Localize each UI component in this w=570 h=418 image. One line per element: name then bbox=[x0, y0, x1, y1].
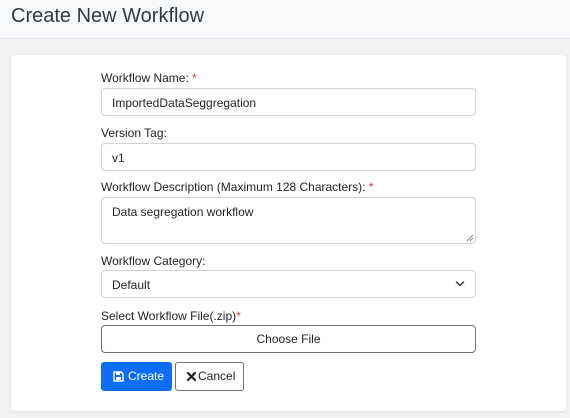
cancel-button-label: Cancel bbox=[198, 369, 236, 383]
workflow-description-label-text: Workflow Description (Maximum 128 Charac… bbox=[101, 180, 369, 194]
cancel-button[interactable]: Cancel bbox=[175, 362, 244, 391]
workflow-description-textarea[interactable]: Data segregation workflow bbox=[101, 197, 476, 244]
workflow-name-input[interactable]: ImportedDataSeggregation bbox=[101, 88, 476, 116]
save-icon bbox=[113, 371, 124, 382]
page-title: Create New Workflow bbox=[11, 5, 205, 27]
workflow-category-value: Default bbox=[112, 278, 151, 292]
workflow-name-label: Workflow Name: * bbox=[101, 71, 197, 85]
workflow-category-label: Workflow Category: bbox=[101, 254, 206, 268]
version-tag-value: v1 bbox=[112, 151, 125, 165]
create-button[interactable]: Create bbox=[101, 362, 172, 391]
workflow-name-label-text: Workflow Name: bbox=[101, 71, 193, 85]
required-mark: * bbox=[192, 71, 197, 85]
required-mark: * bbox=[236, 309, 241, 323]
workflow-category-select[interactable]: Default bbox=[101, 270, 476, 298]
workflow-description-value: Data segregation workflow bbox=[112, 205, 254, 219]
workflow-name-value: ImportedDataSeggregation bbox=[112, 96, 257, 110]
version-tag-label: Version Tag: bbox=[101, 126, 167, 140]
create-button-label: Create bbox=[128, 369, 165, 383]
workflow-file-label-text: Select Workflow File(.zip) bbox=[101, 309, 237, 323]
workflow-file-label: Select Workflow File(.zip)* bbox=[101, 309, 241, 323]
choose-file-button[interactable]: Choose File bbox=[101, 325, 476, 353]
resize-handle-icon[interactable] bbox=[466, 234, 474, 242]
required-mark: * bbox=[368, 180, 374, 194]
chevron-down-icon bbox=[455, 281, 465, 287]
workflow-form-card: Workflow Name: * ImportedDataSeggregatio… bbox=[11, 55, 566, 411]
workflow-description-label: Workflow Description (Maximum 128 Charac… bbox=[101, 180, 374, 194]
page-header: Create New Workflow bbox=[0, 0, 570, 39]
version-tag-input[interactable]: v1 bbox=[101, 143, 476, 171]
close-icon bbox=[186, 371, 197, 382]
